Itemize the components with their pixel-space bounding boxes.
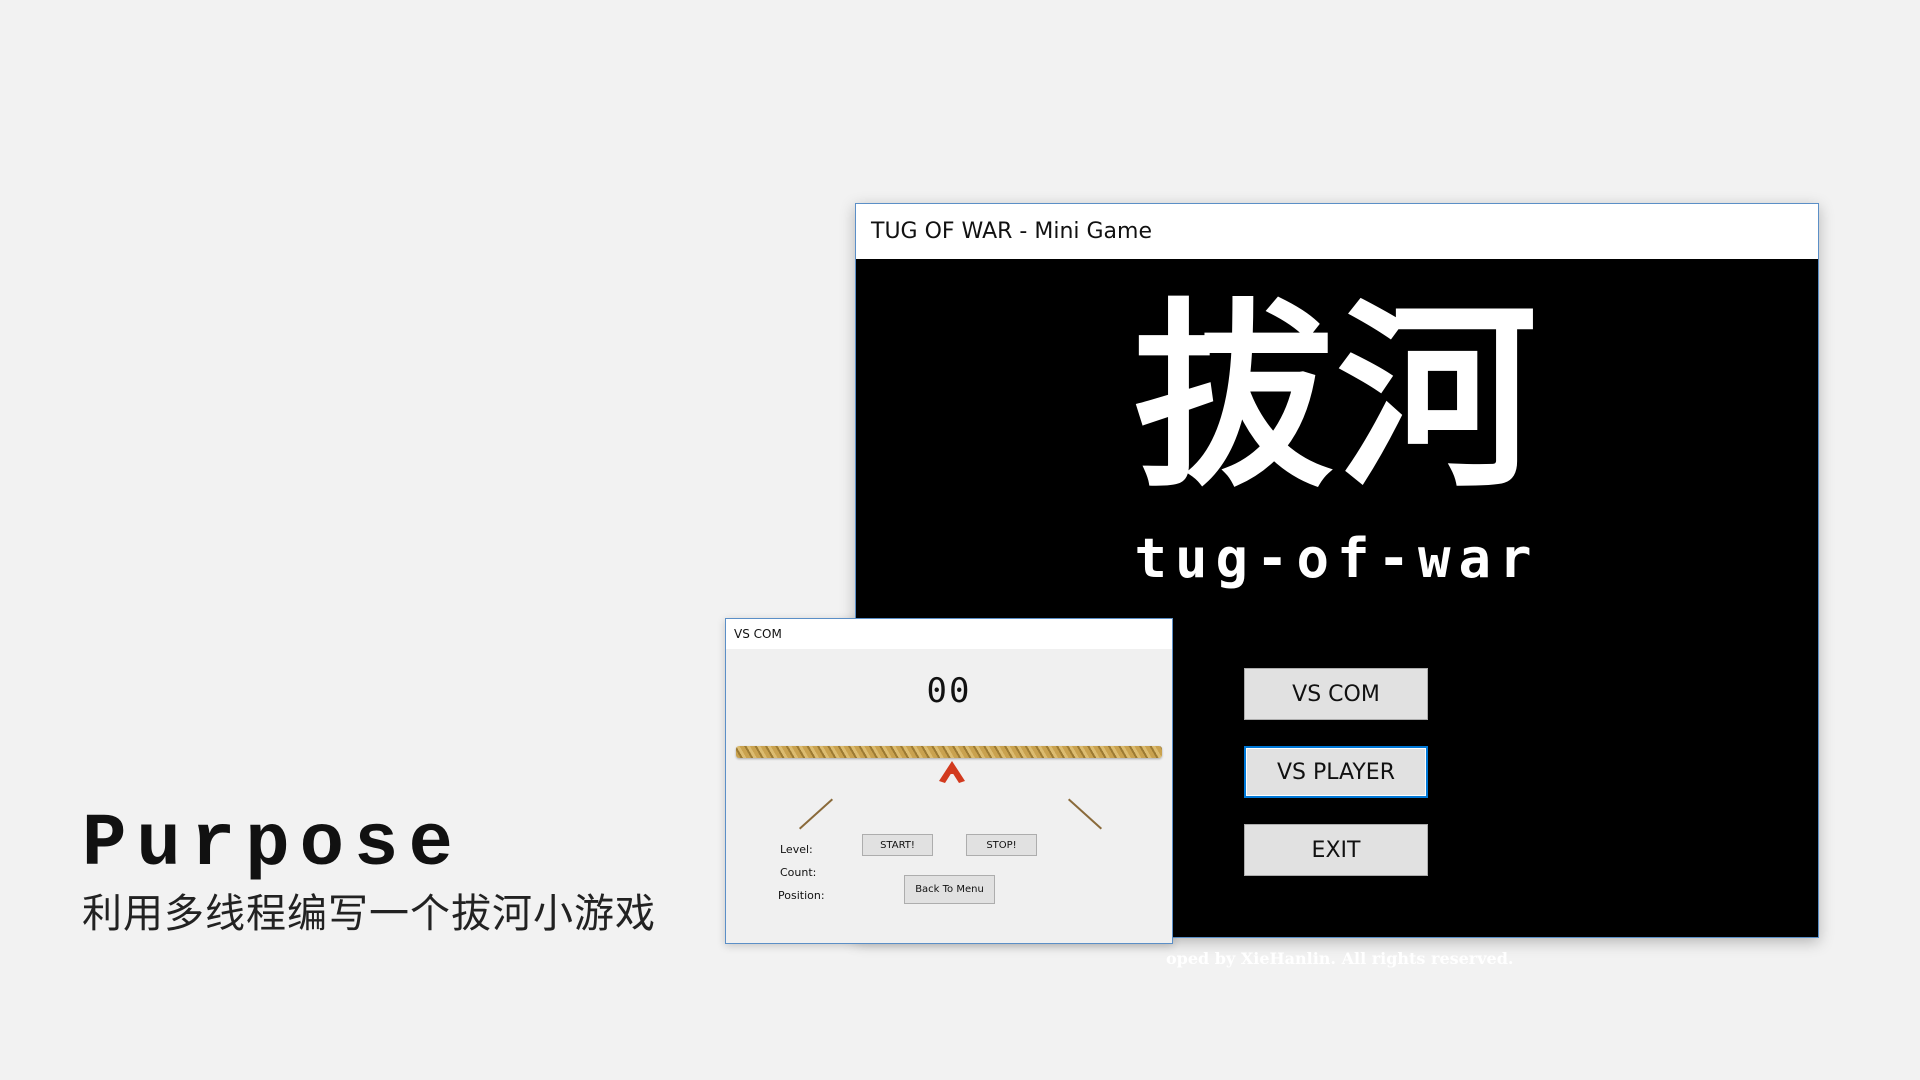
level-label: Level: [780,843,813,856]
center-marker-icon [939,761,965,783]
logo-english: tug-of-war [1134,527,1540,590]
slide: Purpose 利用多线程编写一个拔河小游戏 TUG OF WAR - Mini… [0,0,1920,1080]
score-display: 00 [926,671,972,711]
left-pull-line [798,798,834,830]
purpose-title: Purpose [82,803,463,887]
main-window-title: TUG OF WAR - Mini Game [871,219,1152,244]
vs-com-window: VS COM 00 Level: Count: Position: START!… [725,618,1173,944]
vs-player-button[interactable]: VS PLAYER [1244,746,1428,798]
logo-chinese: 拔河 [1132,282,1541,515]
count-label: Count: [780,866,817,879]
position-label: Position: [778,889,825,902]
purpose-description: 利用多线程编写一个拔河小游戏 [82,891,656,937]
start-button[interactable]: START! [862,834,933,856]
back-to-menu-button[interactable]: Back To Menu [904,875,995,904]
vs-com-window-title: VS COM [734,627,782,641]
vs-com-window-body: 00 Level: Count: Position: START! STOP! … [726,649,1172,943]
main-window-titlebar[interactable]: TUG OF WAR - Mini Game [856,204,1818,259]
rope [736,746,1162,758]
right-pull-line [1067,798,1103,830]
vs-com-button[interactable]: VS COM [1244,668,1428,720]
vs-com-window-titlebar[interactable]: VS COM [726,619,1172,649]
copyright-footer: oped by XieHanlin. All rights reserved. [1166,949,1514,968]
exit-button[interactable]: EXIT [1244,824,1428,876]
stop-button[interactable]: STOP! [966,834,1037,856]
